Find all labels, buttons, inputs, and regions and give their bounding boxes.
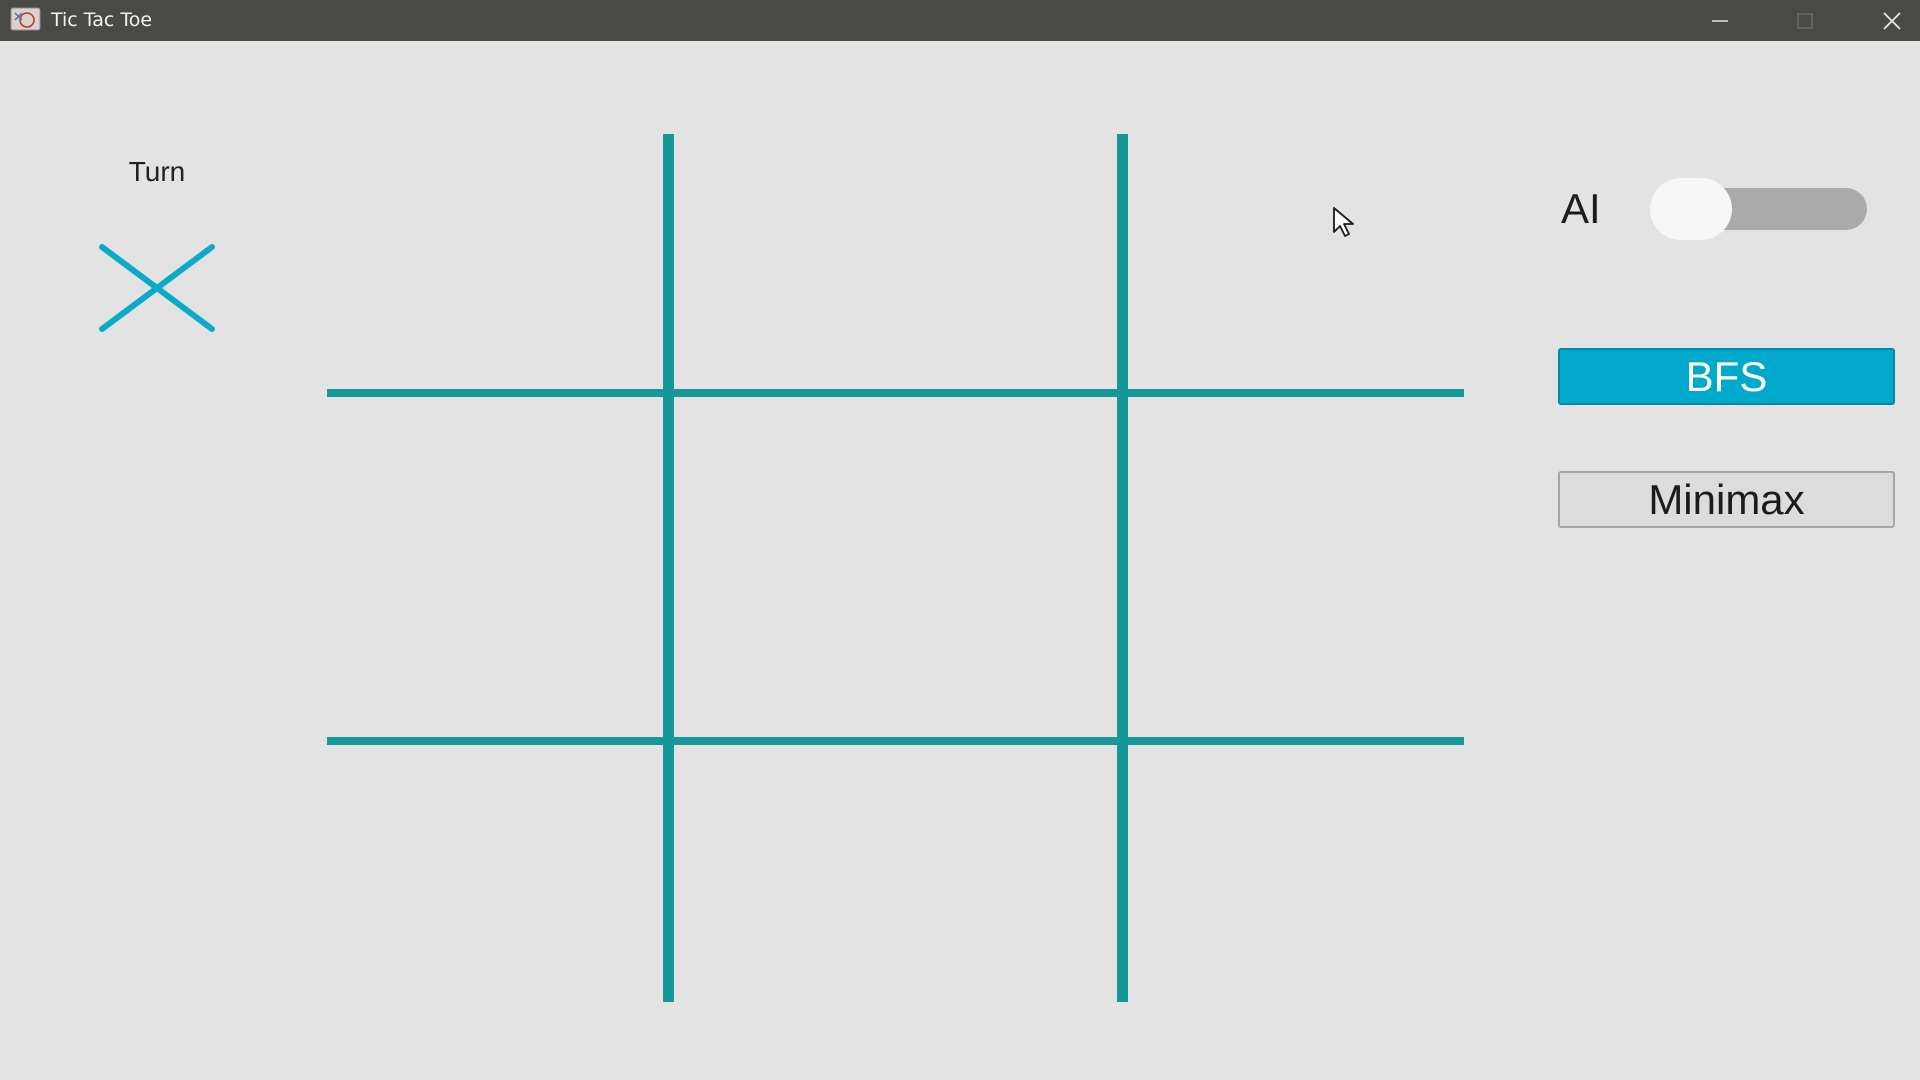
minimax-button[interactable]: Minimax xyxy=(1558,471,1895,528)
ai-label: AI xyxy=(1561,185,1601,232)
board-cell-0-2[interactable] xyxy=(1128,134,1464,389)
ai-toggle[interactable] xyxy=(1650,178,1867,242)
grid-line-horizontal-1 xyxy=(327,389,1464,397)
ai-toggle-knob[interactable] xyxy=(1650,178,1732,240)
grid-line-vertical-2 xyxy=(1117,134,1128,1002)
app-window: Tic Tac Toe Turn AI BFS Minimax xyxy=(0,0,1920,1080)
maximize-icon xyxy=(1797,12,1813,29)
bfs-button[interactable]: BFS xyxy=(1558,348,1895,405)
close-icon xyxy=(1883,11,1901,30)
x-mark-icon xyxy=(99,244,215,332)
tic-tac-toe-app-icon xyxy=(10,7,41,31)
maximize-button[interactable] xyxy=(1775,0,1835,41)
minimize-button[interactable] xyxy=(1690,0,1750,41)
window-title: Tic Tac Toe xyxy=(51,9,153,31)
board-cell-1-1[interactable] xyxy=(674,397,1117,737)
grid-line-vertical-1 xyxy=(663,134,674,1002)
board-cell-1-0[interactable] xyxy=(327,397,663,737)
close-button[interactable] xyxy=(1862,0,1920,41)
board-cell-0-0[interactable] xyxy=(327,134,663,389)
turn-label: Turn xyxy=(128,156,186,187)
title-bar[interactable]: Tic Tac Toe xyxy=(0,0,1920,41)
board-cell-2-0[interactable] xyxy=(327,745,663,1002)
board-cell-0-1[interactable] xyxy=(674,134,1117,389)
minimize-icon xyxy=(1712,19,1728,22)
board-cell-1-2[interactable] xyxy=(1128,397,1464,737)
mouse-pointer-icon xyxy=(1333,207,1354,237)
grid-line-horizontal-2 xyxy=(327,737,1464,745)
board-cell-2-1[interactable] xyxy=(674,745,1117,1002)
board-cell-2-2[interactable] xyxy=(1128,745,1464,1002)
